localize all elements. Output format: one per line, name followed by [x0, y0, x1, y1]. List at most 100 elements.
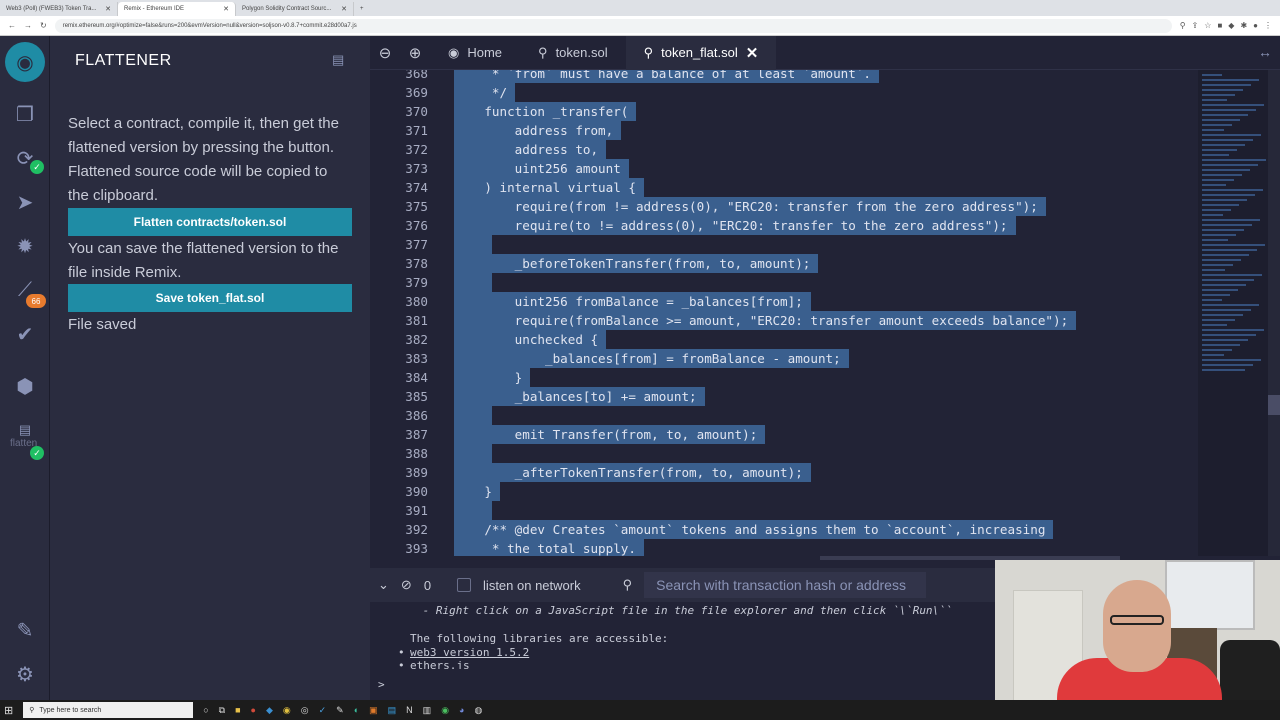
minimap-line	[1202, 114, 1248, 116]
listen-checkbox[interactable]	[457, 578, 472, 592]
close-icon[interactable]: ✕	[341, 5, 347, 13]
remix-logo-icon[interactable]: ◉	[5, 42, 45, 82]
deploy-icon[interactable]: ➤	[11, 188, 39, 216]
minimap-line	[1202, 344, 1240, 346]
flatten-button[interactable]: Flatten contracts/token.sol	[68, 208, 352, 236]
tab-home[interactable]: ◉ Home	[430, 36, 520, 70]
browser-tab-3[interactable]: Polygon Solidity Contract Sourc... ✕	[236, 2, 354, 16]
app-icon[interactable]: ▤	[388, 705, 397, 716]
file-explorer-icon[interactable]: ■	[235, 705, 240, 715]
extension-icon[interactable]: ■	[1217, 21, 1222, 30]
expand-icon[interactable]: ↔	[1258, 44, 1272, 60]
vscode-icon[interactable]: ◆	[266, 705, 273, 716]
edge-icon[interactable]: ◐	[354, 705, 359, 715]
scrollbar-thumb[interactable]	[1268, 395, 1280, 415]
save-info-text: You can save the flattened version to th…	[68, 240, 339, 281]
tab-token-flat-sol[interactable]: ⚲ token_flat.sol ✕	[625, 35, 777, 70]
minimap-line	[1202, 314, 1243, 316]
settings-gear-icon[interactable]: ⚙	[11, 660, 39, 688]
code-editor[interactable]: 368 * `from` must have a balance of at l…	[370, 70, 1198, 556]
app-icon[interactable]: ▣	[369, 705, 378, 716]
debugger-icon[interactable]: ✹	[11, 232, 39, 260]
test-icon[interactable]: ✔	[11, 320, 39, 348]
url-input[interactable]: remix.ethereum.org/#optimize=false&runs=…	[54, 18, 1172, 33]
minimap-line	[1202, 189, 1263, 191]
code-line: 392 /** @dev Creates `amount` tokens and…	[370, 520, 1198, 539]
plugin-icon[interactable]: ⬢	[11, 372, 39, 400]
ethers-link[interactable]: ethers.js	[410, 659, 470, 669]
line-number: 384	[405, 370, 428, 385]
new-tab-button[interactable]: +	[354, 2, 374, 16]
code-text: /** @dev Creates `amount` tokens and ass…	[454, 520, 1054, 539]
file-explorer-icon[interactable]: ❐	[11, 100, 39, 128]
code-minimap[interactable]	[1198, 70, 1268, 556]
web3-link[interactable]: web3 version 1.5.2	[410, 646, 529, 659]
code-line: 382 unchecked {	[370, 330, 1198, 349]
notion-icon[interactable]: N	[406, 705, 413, 715]
close-icon[interactable]: ✕	[105, 5, 111, 13]
browser-tab-1[interactable]: Web3 (Poll) (FWEB3) Token Tra... ✕	[0, 2, 118, 16]
code-line: 378 _beforeTokenTransfer(from, to, amoun…	[370, 254, 1198, 273]
minimap-line	[1202, 259, 1241, 261]
app-icon[interactable]: ▥	[423, 705, 432, 716]
minimap-line	[1202, 134, 1261, 136]
chrome-icon[interactable]: ◉	[283, 705, 291, 716]
editor-tab-bar: ⊖ ⊕ ◉ Home ⚲ token.sol ⚲ token_flat.sol ✕ ↔	[370, 35, 1280, 70]
minimap-line	[1202, 249, 1257, 251]
search-icon: ⚲	[622, 577, 633, 592]
app-icon[interactable]: ◍	[474, 705, 482, 716]
minimap-line	[1202, 239, 1228, 241]
code-text: require(to != address(0), "ERC20: transf…	[454, 216, 1016, 235]
zoom-in-icon[interactable]: ⊕	[400, 44, 430, 62]
discord-icon[interactable]: ◕	[459, 705, 464, 715]
minimap-line	[1202, 349, 1232, 351]
app-icon[interactable]: ✎	[336, 705, 344, 716]
chrome-icon[interactable]: ◉	[441, 705, 449, 716]
task-view-icon[interactable]: ⧉	[219, 705, 225, 716]
app-icon[interactable]: ✓	[319, 705, 327, 716]
clear-terminal-icon[interactable]: ⊘	[401, 577, 412, 593]
code-text	[454, 444, 493, 463]
minimap-line	[1202, 229, 1244, 231]
zoom-icon[interactable]: ⚲	[1180, 21, 1186, 30]
profile-icon[interactable]: ●	[1253, 21, 1258, 30]
share-icon[interactable]: ⇪	[1192, 21, 1199, 30]
room-window	[1165, 560, 1255, 630]
collapse-terminal-icon[interactable]: ⌄	[378, 577, 389, 593]
taskbar-search-input[interactable]: ⚲ Type here to search	[23, 702, 194, 718]
code-line: 377	[370, 235, 1198, 254]
reload-icon[interactable]: ↻	[40, 21, 47, 30]
editor-scrollbar[interactable]	[1268, 70, 1280, 556]
flattener-panel: FLATTENER ▤ Select a contract, compile i…	[50, 36, 370, 700]
forward-icon[interactable]: →	[24, 21, 32, 30]
file-icon: ⚲	[643, 44, 654, 60]
browser-tab-label: Web3 (Poll) (FWEB3) Token Tra...	[6, 6, 97, 12]
tx-search-input[interactable]: Search with transaction hash or address	[644, 572, 927, 598]
save-flat-button[interactable]: Save token_flat.sol	[68, 284, 352, 312]
browser-tab-2[interactable]: Remix - Ethereum IDE ✕	[118, 2, 236, 16]
zoom-out-icon[interactable]: ⊖	[370, 44, 400, 62]
cortana-icon[interactable]: ○	[203, 705, 208, 715]
app-icon[interactable]: ●	[251, 705, 256, 715]
code-text: address from,	[454, 121, 622, 140]
obs-icon[interactable]: ◎	[301, 705, 309, 716]
code-line: 386	[370, 406, 1198, 425]
close-tab-icon[interactable]: ✕	[746, 44, 759, 62]
code-line: 373 uint256 amount	[370, 159, 1198, 178]
line-number: 390	[405, 484, 428, 499]
puzzle-icon[interactable]: ✱	[1240, 21, 1247, 30]
browser-tab-label: Polygon Solidity Contract Sourc...	[242, 6, 332, 12]
extension-icon[interactable]: ◆	[1228, 21, 1234, 30]
star-icon[interactable]: ☆	[1204, 21, 1211, 30]
minimap-line	[1202, 124, 1232, 126]
more-icon[interactable]: ⋮	[1264, 21, 1272, 30]
tab-token-sol[interactable]: ⚲ token.sol	[520, 36, 626, 70]
plugin-manager-icon[interactable]: ✎	[11, 616, 39, 644]
windows-start-icon[interactable]: ⊞	[4, 704, 13, 717]
minimap-line	[1202, 149, 1237, 151]
terminal-prompt[interactable]: >	[378, 678, 385, 691]
line-number: 377	[405, 237, 428, 252]
back-icon[interactable]: ←	[8, 21, 16, 30]
close-icon[interactable]: ✕	[223, 5, 229, 13]
panel-menu-icon[interactable]: ▤	[332, 52, 344, 68]
